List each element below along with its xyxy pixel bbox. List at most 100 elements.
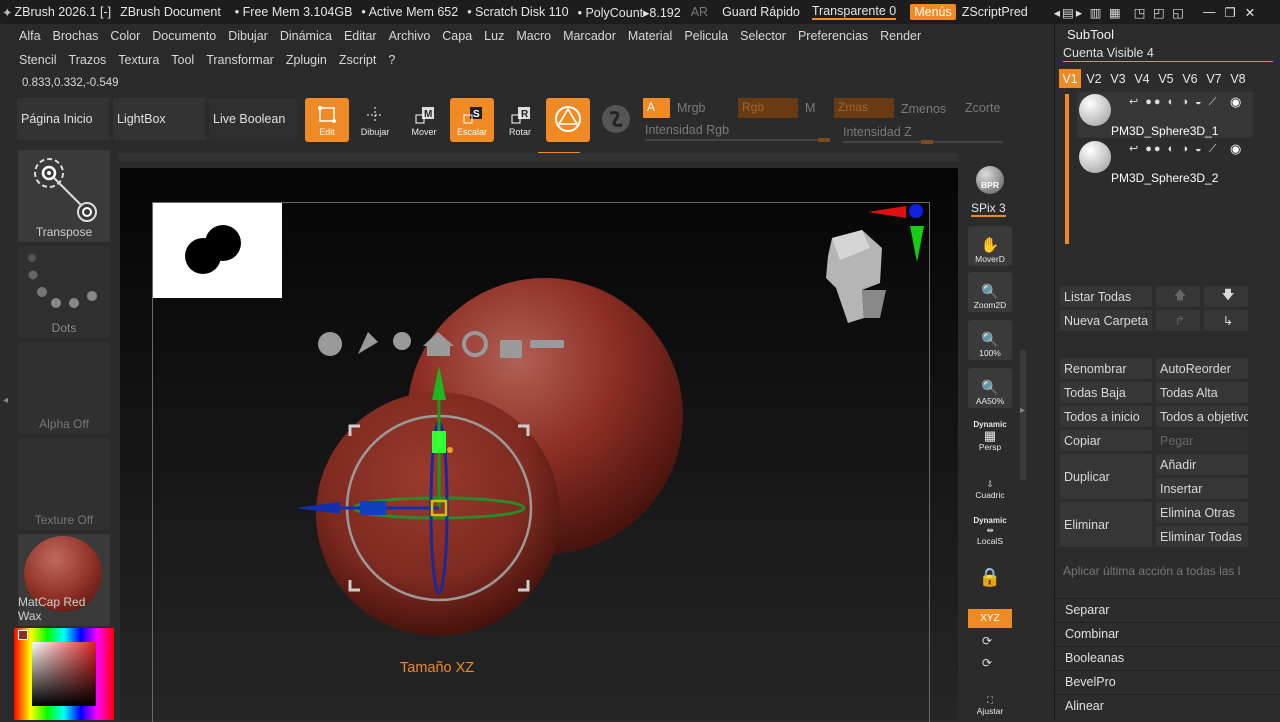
version-tab-v4[interactable]: V4 bbox=[1131, 69, 1153, 88]
section-separar[interactable]: Separar bbox=[1055, 598, 1280, 620]
menu-item-trazos[interactable]: Trazos bbox=[69, 53, 107, 67]
m-toggle[interactable]: M bbox=[805, 101, 815, 115]
move-button[interactable]: M Mover bbox=[402, 98, 446, 142]
restore-icon[interactable]: ❐ bbox=[1224, 5, 1235, 20]
subtool-2-visibility-icon[interactable]: ◉ bbox=[1230, 141, 1241, 157]
menu-item-stencil[interactable]: Stencil bbox=[19, 53, 57, 67]
all-low-button[interactable]: Todas Baja bbox=[1060, 382, 1152, 403]
live-boolean-button[interactable]: Live Boolean bbox=[209, 98, 297, 140]
subtool-item-1[interactable]: ↩ ●● ◐ ◑ ◒ ⟋ PM3D_Sphere3D_1 bbox=[1077, 92, 1253, 138]
duplicate-button[interactable]: Duplicar bbox=[1060, 454, 1152, 499]
persp-button[interactable]: Dynamic ▦ Persp bbox=[968, 414, 1012, 454]
zcut-toggle[interactable]: Zcorte bbox=[965, 101, 1000, 115]
subtool-title[interactable]: SubTool bbox=[1067, 27, 1114, 42]
menu-item-dinámica[interactable]: Dinámica bbox=[280, 29, 332, 43]
lightbox-button[interactable]: LightBox bbox=[113, 98, 205, 140]
z-intensity-slider[interactable] bbox=[843, 140, 1003, 144]
move-up-icon[interactable]: 🡅 bbox=[1156, 286, 1200, 307]
material-tile[interactable]: MatCap Red Wax bbox=[18, 534, 110, 626]
version-tab-v5[interactable]: V5 bbox=[1155, 69, 1177, 88]
menu-item-alfa[interactable]: Alfa bbox=[19, 29, 41, 43]
version-tab-v3[interactable]: V3 bbox=[1107, 69, 1129, 88]
head-orientation-widget[interactable] bbox=[826, 230, 886, 323]
new-folder-button[interactable]: Nueva Carpeta bbox=[1060, 310, 1152, 331]
floor-button[interactable]: ⇩ Cuadric bbox=[968, 462, 1012, 502]
menu-item-material[interactable]: Material bbox=[628, 29, 672, 43]
menu-item-documento[interactable]: Documento bbox=[152, 29, 216, 43]
sculptris-icon[interactable] bbox=[600, 103, 632, 138]
append-button[interactable]: Añadir bbox=[1156, 454, 1248, 475]
left-collapse-icon[interactable]: ◂ bbox=[3, 395, 8, 406]
apply-last-action-button[interactable]: Aplicar última acción a todas las l bbox=[1063, 564, 1245, 578]
dots-stroke-tile[interactable]: Dots bbox=[18, 246, 110, 338]
gizmo-y-handle[interactable] bbox=[432, 431, 446, 453]
actual-size-button[interactable]: 🔍 100% bbox=[968, 320, 1012, 360]
section-alinear[interactable]: Alinear bbox=[1055, 694, 1280, 716]
menu-item-luz[interactable]: Luz bbox=[484, 29, 504, 43]
rgb-toggle[interactable]: Rgb bbox=[738, 98, 798, 118]
transpose-brush-tile[interactable]: Transpose bbox=[18, 150, 110, 242]
menu-item-archivo[interactable]: Archivo bbox=[389, 29, 431, 43]
gizmo-x-handle[interactable] bbox=[360, 501, 386, 515]
move-down-icon[interactable]: 🡇 bbox=[1204, 286, 1248, 307]
section-booleanas[interactable]: Booleanas bbox=[1055, 646, 1280, 668]
draw-button[interactable]: Dibujar bbox=[353, 98, 397, 142]
right-collapse-icon[interactable]: ▸ bbox=[1020, 405, 1025, 416]
version-tab-v1[interactable]: V1 bbox=[1059, 69, 1081, 88]
gizmo-toggle-icon[interactable] bbox=[530, 340, 564, 348]
edit-button[interactable]: Edit bbox=[305, 98, 349, 142]
menu-item-transformar[interactable]: Transformar bbox=[206, 53, 274, 67]
close-icon[interactable]: ✕ bbox=[1245, 5, 1255, 20]
delete-all-button[interactable]: Eliminar Todas bbox=[1156, 526, 1248, 547]
aa-half-button[interactable]: 🔍 AA50% bbox=[968, 368, 1012, 408]
home-page-button[interactable]: Página Inicio bbox=[17, 98, 109, 140]
gizmo-settings-icon[interactable] bbox=[318, 332, 342, 356]
y-rotation-icon[interactable]: ⟳ bbox=[982, 634, 992, 648]
menu-item-help[interactable]: ? bbox=[388, 53, 395, 67]
gizmo-pin-icon[interactable] bbox=[358, 332, 378, 354]
gizmo-toggle-button[interactable] bbox=[546, 98, 590, 142]
color-picker[interactable] bbox=[14, 628, 114, 720]
rgb-intensity-slider[interactable] bbox=[645, 138, 830, 142]
zoom2d-button[interactable]: 🔍 Zoom2D bbox=[968, 272, 1012, 312]
minimize-icon[interactable]: — bbox=[1203, 5, 1216, 19]
menu-item-selector[interactable]: Selector bbox=[740, 29, 786, 43]
lock-camera-button[interactable]: 🔒 bbox=[968, 558, 1012, 598]
subtool-2-controls[interactable]: ↩ ●● ◐ ◑ ◒ ⟋ bbox=[1129, 142, 1218, 156]
version-tab-v2[interactable]: V2 bbox=[1083, 69, 1105, 88]
menu-item-capa[interactable]: Capa bbox=[442, 29, 472, 43]
quicksave-button[interactable]: Guard Rápido bbox=[722, 5, 800, 19]
subtool-1-visibility-icon[interactable]: ◉ bbox=[1230, 94, 1241, 110]
subtool-1-controls[interactable]: ↩ ●● ◐ ◑ ◒ ⟋ bbox=[1129, 95, 1218, 109]
section-bevelpro[interactable]: BevelPro bbox=[1055, 670, 1280, 692]
folder-down-icon[interactable]: ↳ bbox=[1204, 310, 1248, 331]
menu-item-pelicula[interactable]: Pelicula bbox=[684, 29, 728, 43]
version-tab-v6[interactable]: V6 bbox=[1179, 69, 1201, 88]
folder-up-icon[interactable]: ↱ bbox=[1156, 310, 1200, 331]
menu-item-tool[interactable]: Tool bbox=[171, 53, 194, 67]
scale-button[interactable]: S Escalar bbox=[450, 98, 494, 142]
subtool-scrollbar[interactable] bbox=[1065, 94, 1069, 244]
subtool-item-2[interactable]: ↩ ●● ◐ ◑ ◒ ⟋ PM3D_Sphere3D_2 bbox=[1077, 139, 1253, 185]
spix-slider[interactable]: SPix 3 bbox=[971, 201, 1006, 217]
color-picker-square[interactable] bbox=[32, 642, 96, 706]
menu-item-dibujar[interactable]: Dibujar bbox=[228, 29, 268, 43]
xyz-rotation-button[interactable]: XYZ bbox=[968, 609, 1012, 628]
zsub-toggle[interactable]: Zmenos bbox=[901, 102, 946, 116]
menu-item-zplugin[interactable]: Zplugin bbox=[286, 53, 327, 67]
rename-button[interactable]: Renombrar bbox=[1060, 358, 1152, 379]
version-tab-v7[interactable]: V7 bbox=[1203, 69, 1225, 88]
mrgb-toggle[interactable]: Mrgb bbox=[677, 101, 705, 115]
z-rotation-icon[interactable]: ⟳ bbox=[982, 656, 992, 670]
transparent-slider[interactable]: Transparente 0 bbox=[811, 4, 897, 20]
section-combinar[interactable]: Combinar bbox=[1055, 622, 1280, 644]
local-symmetry-button[interactable]: Dynamic ⇹ LocalS bbox=[968, 508, 1012, 548]
frame-button[interactable]: ⛶ Ajustar bbox=[968, 678, 1012, 718]
rotate-button[interactable]: R Rotar bbox=[498, 98, 542, 142]
delete-others-button[interactable]: Elimina Otras bbox=[1156, 502, 1248, 523]
menu-item-preferencias[interactable]: Preferencias bbox=[798, 29, 868, 43]
move-view-button[interactable]: ✋ MoverD bbox=[968, 226, 1012, 266]
visible-count-slider[interactable]: Cuenta Visible 4 bbox=[1063, 46, 1273, 62]
gizmo-lock-icon[interactable] bbox=[500, 340, 522, 358]
primary-color-swatch[interactable] bbox=[18, 630, 28, 640]
